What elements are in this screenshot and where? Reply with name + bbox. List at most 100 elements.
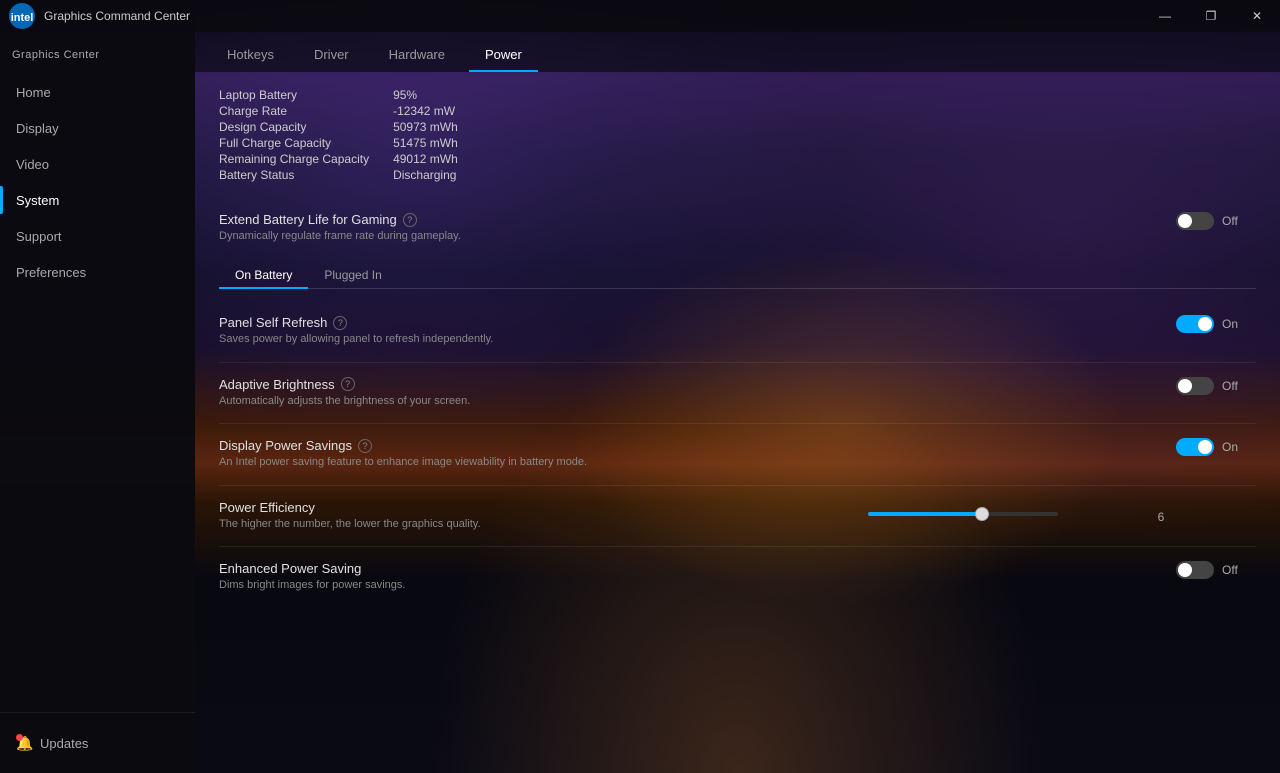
enhanced-power-saving-control: Off: [1176, 561, 1256, 579]
panel-self-refresh-toggle-thumb: [1198, 317, 1212, 331]
divider-4: [219, 546, 1256, 547]
battery-label-3: Full Charge Capacity: [219, 136, 369, 150]
tab-hardware[interactable]: Hardware: [373, 36, 461, 72]
close-button[interactable]: ✕: [1234, 0, 1280, 32]
battery-value-2: 50973 mWh: [393, 120, 458, 134]
battery-label-4: Remaining Charge Capacity: [219, 152, 369, 166]
adaptive-brightness-toggle[interactable]: [1176, 377, 1214, 395]
sidebar-item-video-label: Video: [16, 157, 49, 172]
panel-self-refresh-desc: Saves power by allowing panel to refresh…: [219, 332, 679, 347]
tabs-bar: Hotkeys Driver Hardware Power: [195, 32, 1280, 72]
sidebar-item-system[interactable]: System: [0, 182, 195, 218]
battery-value-3: 51475 mWh: [393, 136, 458, 150]
sidebar-item-support[interactable]: Support: [0, 218, 195, 254]
window-controls: — ❐ ✕: [1142, 0, 1280, 32]
battery-value-5: Discharging: [393, 168, 458, 182]
panel-self-refresh-toggle-label: On: [1222, 317, 1238, 331]
power-efficiency-desc: The higher the number, the lower the gra…: [219, 517, 679, 532]
extend-battery-desc: Dynamically regulate frame rate during g…: [219, 229, 679, 244]
display-power-savings-toggle-thumb: [1198, 440, 1212, 454]
adaptive-brightness-info: Adaptive Brightness ? Automatically adju…: [219, 377, 679, 409]
power-efficiency-info: Power Efficiency The higher the number, …: [219, 500, 679, 532]
panel-self-refresh-toggle[interactable]: [1176, 315, 1214, 333]
display-power-savings-toggle-container: On: [1176, 438, 1238, 456]
battery-label-2: Design Capacity: [219, 120, 369, 134]
display-power-savings-control: On: [1176, 438, 1256, 456]
adaptive-brightness-row: Adaptive Brightness ? Automatically adju…: [219, 367, 1256, 419]
app-title: Graphics Command Center: [44, 9, 190, 23]
sidebar-bottom: 🔔 Updates: [0, 712, 195, 773]
divider-2: [219, 423, 1256, 424]
power-efficiency-value: 6: [1066, 510, 1256, 524]
sidebar-item-display-label: Display: [16, 121, 59, 136]
battery-label-0: Laptop Battery: [219, 88, 369, 102]
sidebar-item-system-label: System: [16, 193, 59, 208]
minimize-button[interactable]: —: [1142, 0, 1188, 32]
power-efficiency-title: Power Efficiency: [219, 500, 679, 515]
extend-battery-title: Extend Battery Life for Gaming ?: [219, 212, 679, 227]
extend-battery-help-icon[interactable]: ?: [403, 213, 417, 227]
extend-battery-control: Off: [1176, 212, 1256, 230]
updates-label: Updates: [40, 736, 88, 751]
battery-value-4: 49012 mWh: [393, 152, 458, 166]
sidebar: Graphics Center Home Display Video Syste…: [0, 32, 195, 773]
adaptive-brightness-title: Adaptive Brightness ?: [219, 377, 679, 392]
enhanced-power-saving-row: Enhanced Power Saving Dims bright images…: [219, 551, 1256, 603]
battery-value-0: 95%: [393, 88, 458, 102]
panel-self-refresh-info: Panel Self Refresh ? Saves power by allo…: [219, 315, 679, 347]
intel-logo-icon: intel: [8, 2, 36, 30]
sidebar-item-support-label: Support: [16, 229, 62, 244]
panel-self-refresh-help-icon[interactable]: ?: [333, 316, 347, 330]
display-power-savings-desc: An Intel power saving feature to enhance…: [219, 455, 679, 470]
notification-dot: [16, 734, 23, 741]
sidebar-item-display[interactable]: Display: [0, 110, 195, 146]
adaptive-brightness-toggle-label: Off: [1222, 379, 1238, 393]
power-efficiency-slider-fill: [868, 512, 982, 516]
sidebar-item-preferences[interactable]: Preferences: [0, 254, 195, 290]
enhanced-power-saving-desc: Dims bright images for power savings.: [219, 578, 679, 593]
sidebar-item-video[interactable]: Video: [0, 146, 195, 182]
extend-battery-toggle-thumb: [1178, 214, 1192, 228]
power-efficiency-slider-thumb[interactable]: [975, 507, 989, 521]
display-power-savings-row: Display Power Savings ? An Intel power s…: [219, 428, 1256, 480]
power-efficiency-slider-track: [868, 512, 1058, 516]
tab-hotkeys[interactable]: Hotkeys: [211, 36, 290, 72]
sub-tab-plugged-in[interactable]: Plugged In: [308, 262, 397, 288]
battery-value-1: -12342 mW: [393, 104, 458, 118]
svg-text:intel: intel: [11, 12, 34, 24]
sub-tabs: On Battery Plugged In: [219, 262, 1256, 289]
adaptive-brightness-toggle-thumb: [1178, 379, 1192, 393]
bell-icon: 🔔: [16, 734, 34, 752]
extend-battery-toggle-label: Off: [1222, 214, 1238, 228]
tab-driver[interactable]: Driver: [298, 36, 365, 72]
tab-power[interactable]: Power: [469, 36, 538, 72]
battery-label-1: Charge Rate: [219, 104, 369, 118]
panel-self-refresh-title: Panel Self Refresh ?: [219, 315, 679, 330]
enhanced-power-saving-toggle-thumb: [1178, 563, 1192, 577]
display-power-savings-toggle[interactable]: [1176, 438, 1214, 456]
sidebar-item-preferences-label: Preferences: [16, 265, 86, 280]
updates-item[interactable]: 🔔 Updates: [0, 725, 195, 761]
divider-1: [219, 362, 1256, 363]
sub-tab-on-battery[interactable]: On Battery: [219, 262, 308, 288]
enhanced-power-saving-toggle-container: Off: [1176, 561, 1238, 579]
sidebar-nav: Home Display Video System Support Prefer…: [0, 70, 195, 712]
sidebar-item-home[interactable]: Home: [0, 74, 195, 110]
titlebar: intel Graphics Command Center — ❐ ✕: [0, 0, 1280, 32]
extend-battery-toggle[interactable]: [1176, 212, 1214, 230]
enhanced-power-saving-toggle[interactable]: [1176, 561, 1214, 579]
restore-button[interactable]: ❐: [1188, 0, 1234, 32]
display-power-savings-toggle-label: On: [1222, 440, 1238, 454]
extend-battery-row: Extend Battery Life for Gaming ? Dynamic…: [219, 202, 1256, 254]
adaptive-brightness-help-icon[interactable]: ?: [341, 377, 355, 391]
adaptive-brightness-control: Off: [1176, 377, 1256, 395]
content-area: Laptop Battery 95% Charge Rate -12342 mW…: [195, 72, 1280, 773]
panel-self-refresh-toggle-container: On: [1176, 315, 1238, 333]
power-efficiency-row: Power Efficiency The higher the number, …: [219, 490, 1256, 542]
divider-3: [219, 485, 1256, 486]
panel-self-refresh-row: Panel Self Refresh ? Saves power by allo…: [219, 305, 1256, 357]
display-power-savings-help-icon[interactable]: ?: [358, 439, 372, 453]
enhanced-power-saving-toggle-label: Off: [1222, 563, 1238, 577]
main-content: Hotkeys Driver Hardware Power Laptop Bat…: [195, 32, 1280, 773]
battery-info: Laptop Battery 95% Charge Rate -12342 mW…: [219, 88, 458, 182]
